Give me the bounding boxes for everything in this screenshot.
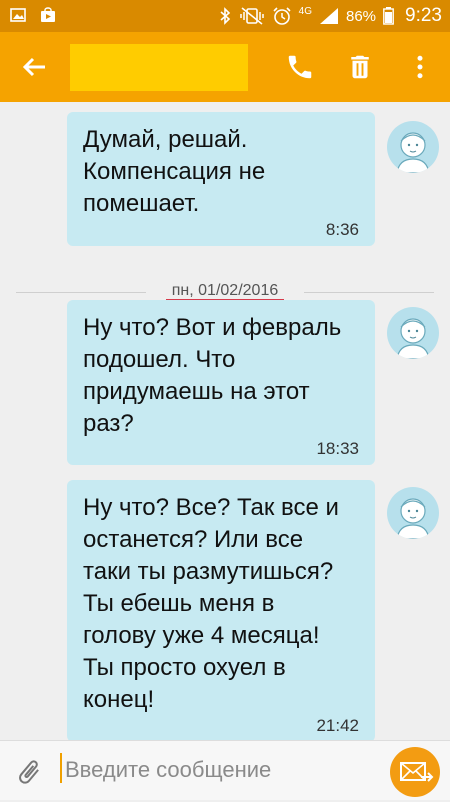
- text-cursor: [60, 753, 62, 783]
- message-composer: [0, 740, 450, 800]
- signal-icon: [319, 8, 338, 24]
- message-time: 18:33: [316, 439, 359, 458]
- gallery-notification-icon: [10, 8, 26, 22]
- back-arrow-icon[interactable]: [18, 51, 50, 83]
- network-type: 4G: [298, 6, 312, 17]
- message-time: 21:42: [316, 716, 359, 735]
- conversation-toolbar: [0, 32, 450, 102]
- vibrate-mute-icon: [239, 7, 264, 25]
- contact-avatar[interactable]: [387, 121, 439, 173]
- person-avatar-icon: [396, 498, 430, 539]
- message-text: Ну что? Вот и февраль подошел. Что приду…: [83, 314, 342, 437]
- battery-icon: [383, 7, 394, 25]
- contact-avatar[interactable]: [387, 307, 439, 359]
- message-time: 8:36: [325, 220, 359, 239]
- status-bar: 4G 86% 9:23: [0, 0, 450, 32]
- date-separator-label: пн, 01/02/2016: [165, 282, 285, 301]
- contact-name-redacted[interactable]: [70, 44, 248, 91]
- message-input[interactable]: [63, 751, 367, 789]
- send-button[interactable]: [390, 747, 440, 797]
- message-text: Ну что? Все? Так все и останется? Или вс…: [83, 494, 339, 713]
- trash-icon[interactable]: [345, 52, 375, 82]
- message-bubble[interactable]: Ну что? Вот и февраль подошел. Что приду…: [67, 300, 375, 465]
- person-avatar-icon: [396, 132, 430, 173]
- clock: 9:23: [405, 5, 442, 26]
- alarm-icon: [273, 7, 291, 25]
- shopping-bag-notification-icon: [41, 7, 55, 22]
- phone-icon[interactable]: [285, 52, 315, 82]
- message-bubble[interactable]: Ну что? Все? Так все и останется? Или вс…: [67, 480, 375, 740]
- message-bubble[interactable]: Думай, решай. Компенсация не помешает. 8…: [67, 112, 375, 246]
- message-text: Думай, решай. Компенсация не помешает.: [83, 126, 266, 217]
- paperclip-icon[interactable]: [14, 757, 44, 787]
- more-vertical-icon[interactable]: [405, 52, 435, 82]
- bluetooth-icon: [220, 7, 230, 25]
- person-avatar-icon: [396, 318, 430, 359]
- message-list[interactable]: Думай, решай. Компенсация не помешает. 8…: [0, 102, 450, 740]
- contact-avatar[interactable]: [387, 487, 439, 539]
- send-envelope-icon: [400, 762, 434, 782]
- battery-percent: 86%: [345, 7, 377, 25]
